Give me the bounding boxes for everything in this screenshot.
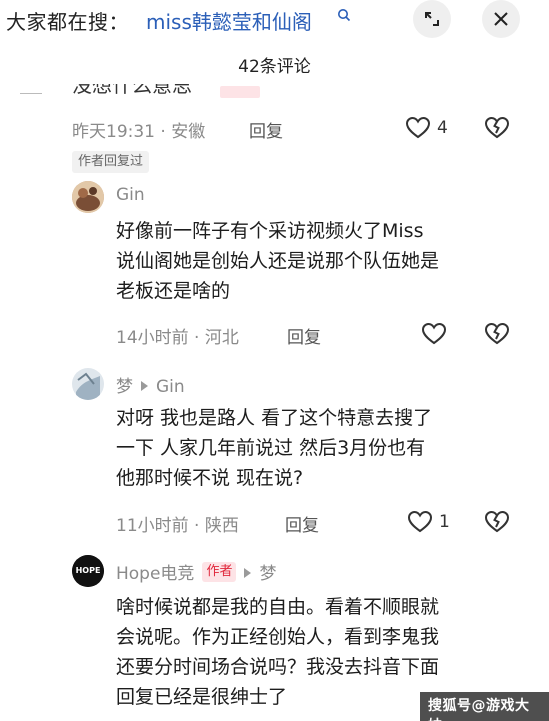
username[interactable]: Gin	[116, 185, 145, 205]
thread-line	[20, 93, 42, 94]
top-search-bar[interactable]: 大家都在搜： miss韩懿莹和仙阁	[0, 0, 549, 40]
avatar[interactable]	[72, 181, 104, 213]
avatar-image	[72, 181, 104, 213]
heart-icon	[407, 510, 433, 533]
reply-arrow-icon	[141, 381, 148, 391]
comment-text: 好像前一阵子有个采访视频火了Miss 说仙阁她是创始人还是说那个队伍她是 老板还…	[116, 220, 440, 302]
reply-target[interactable]: Gin	[156, 377, 185, 397]
reply-button[interactable]: 回复	[249, 117, 283, 142]
avatar[interactable]: HOPE	[72, 555, 104, 587]
reply-button[interactable]: 回复	[287, 323, 321, 348]
username: 梦 Gin	[116, 372, 185, 397]
watermark: 搜狐号@游戏大妹	[420, 692, 549, 721]
reply-arrow-icon	[244, 568, 252, 578]
author-replied-tag: 作者回复过	[72, 151, 150, 173]
like-button[interactable]: 1	[407, 510, 457, 536]
reply-target[interactable]: 梦	[259, 564, 276, 584]
author-badge-cut	[220, 86, 260, 98]
broken-heart-icon[interactable]	[484, 510, 510, 534]
username: Hope电竞 作者 梦	[116, 559, 276, 584]
broken-heart-icon[interactable]	[484, 116, 510, 140]
like-count: 1	[439, 512, 450, 532]
collapse-button[interactable]	[413, 0, 451, 38]
broken-heart-icon[interactable]	[484, 322, 510, 346]
collapse-icon	[425, 12, 439, 26]
like-button[interactable]: 4	[405, 116, 455, 142]
comment-time: 昨天19:31 · 安徽	[72, 122, 206, 142]
search-icon[interactable]	[337, 8, 351, 22]
close-icon	[494, 12, 508, 26]
like-count: 4	[437, 118, 448, 138]
search-term-link[interactable]: miss韩懿莹和仙阁	[146, 6, 312, 35]
comment-time: 11小时前 · 陕西	[116, 516, 239, 536]
heart-icon	[405, 116, 431, 139]
heart-icon	[421, 322, 447, 345]
reply-button[interactable]: 回复	[285, 511, 319, 536]
avatar[interactable]	[72, 368, 104, 400]
like-button[interactable]	[421, 322, 451, 348]
avatar-logo-text: HOPE	[76, 566, 101, 575]
comment-text-cut: 没想什么意思	[72, 84, 192, 97]
comment-time: 14小时前 · 河北	[116, 328, 239, 348]
avatar-image	[72, 368, 104, 400]
comment-text: 对呀 我也是路人 看了这个特意去搜了 一下 人家几年前说过 然后3月份也有 他那…	[116, 407, 433, 489]
comment-count-title: 42条评论	[238, 57, 311, 77]
avatar-image: HOPE	[72, 555, 104, 587]
author-badge: 作者	[202, 562, 237, 582]
username-link[interactable]: Hope电竞	[116, 564, 194, 584]
username-link[interactable]: 梦	[116, 377, 133, 397]
close-button[interactable]	[482, 0, 520, 38]
search-prefix-label: 大家都在搜：	[6, 10, 129, 34]
